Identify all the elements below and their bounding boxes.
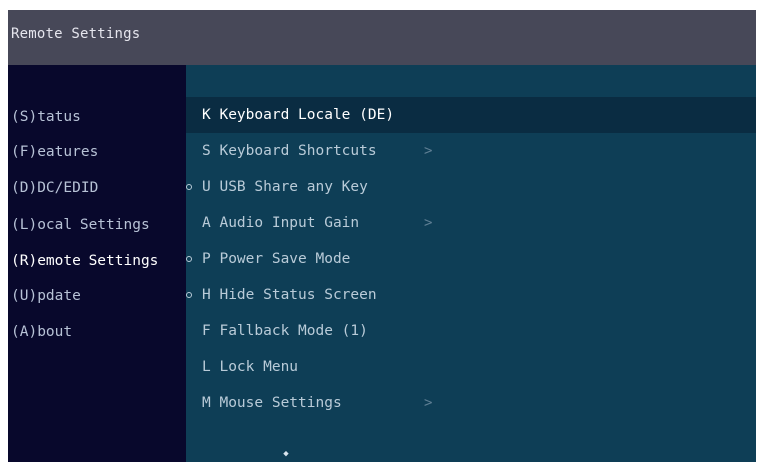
- window-title: Remote Settings: [11, 26, 141, 42]
- chevron-right-icon: >: [424, 395, 433, 411]
- sidebar-item-status[interactable]: (S)tatus: [8, 102, 186, 132]
- chevron-right-icon: >: [424, 215, 433, 231]
- menu-item-label: S Keyboard Shortcuts: [202, 143, 377, 159]
- menu-item-label: F Fallback Mode (1): [202, 323, 368, 339]
- menu-item-audio-input-gain[interactable]: A Audio Input Gain >: [186, 205, 756, 241]
- menu-item-label: M Mouse Settings: [202, 395, 342, 411]
- sidebar-item-local-settings[interactable]: (L)ocal Settings: [8, 210, 186, 240]
- sidebar-item-update[interactable]: (U)pdate: [8, 281, 186, 311]
- menu-item-label: P Power Save Mode: [202, 251, 351, 267]
- osd-screen: Remote Settings (S)tatus (F)eatures (D)D…: [8, 10, 756, 462]
- menu-item-keyboard-shortcuts[interactable]: S Keyboard Shortcuts >: [186, 133, 756, 169]
- chevron-right-icon: >: [424, 143, 433, 159]
- sidebar-item-remote-settings[interactable]: (R)emote Settings: [8, 246, 186, 276]
- sidebar: (S)tatus (F)eatures (D)DC/EDID (L)ocal S…: [8, 65, 186, 462]
- circle-dot-icon: [186, 256, 192, 262]
- menu-item-label: H Hide Status Screen: [202, 287, 377, 303]
- sidebar-item-about[interactable]: (A)bout: [8, 317, 186, 347]
- menu-item-label: K Keyboard Locale (DE): [202, 107, 395, 123]
- sidebar-item-ddc-edid[interactable]: (D)DC/EDID: [8, 173, 186, 203]
- circle-dot-icon: [186, 184, 192, 190]
- menu-item-lock-menu[interactable]: L Lock Menu: [186, 349, 756, 385]
- sidebar-item-features[interactable]: (F)eatures: [8, 137, 186, 167]
- menu-item-label: A Audio Input Gain: [202, 215, 360, 231]
- scroll-down-icon[interactable]: ◆: [282, 450, 290, 459]
- menu-item-usb-share[interactable]: U USB Share any Key: [186, 169, 756, 205]
- menu-item-label: L Lock Menu: [202, 359, 299, 375]
- menu-panel: K Keyboard Locale (DE) S Keyboard Shortc…: [186, 65, 756, 462]
- menu-item-hide-status-screen[interactable]: H Hide Status Screen: [186, 277, 756, 313]
- menu-item-fallback-mode[interactable]: F Fallback Mode (1): [186, 313, 756, 349]
- circle-dot-icon: [186, 292, 192, 298]
- menu-item-power-save-mode[interactable]: P Power Save Mode: [186, 241, 756, 277]
- menu-item-mouse-settings[interactable]: M Mouse Settings >: [186, 385, 756, 421]
- menu-item-label: U USB Share any Key: [202, 179, 368, 195]
- menu-item-keyboard-locale[interactable]: K Keyboard Locale (DE): [186, 97, 756, 133]
- title-bar: Remote Settings: [8, 10, 756, 65]
